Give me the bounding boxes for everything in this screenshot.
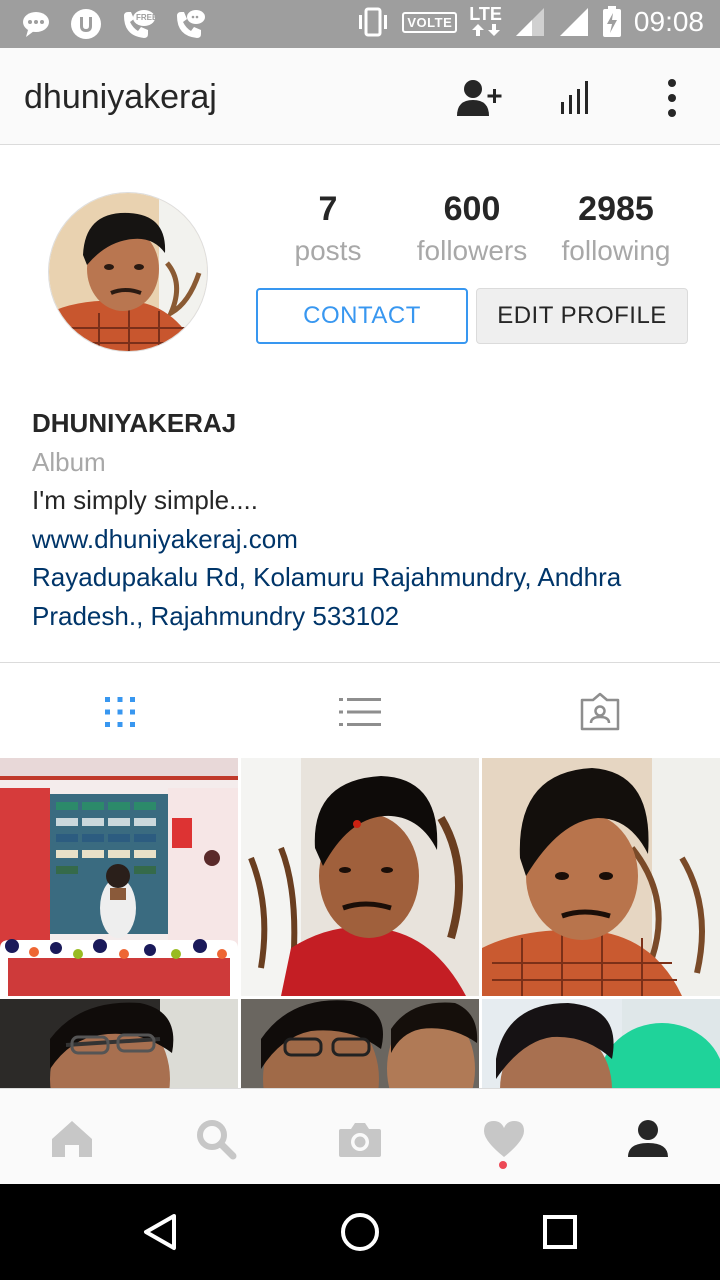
nav-activity[interactable]	[480, 1115, 528, 1163]
insights-button[interactable]	[550, 72, 602, 124]
username-title: dhuniyakeraj	[24, 78, 217, 116]
home-button[interactable]	[338, 1210, 382, 1254]
instagram-profile-screen: FREE VOLTE LTE 09:08 dhuniyakeraj 7 post…	[0, 0, 720, 1280]
photo-thumbnail	[0, 758, 238, 996]
lte-label: LTE	[469, 4, 502, 24]
system-navigation-bar	[0, 1184, 720, 1280]
category-label: Album	[32, 446, 106, 477]
display-name: DHUNIYAKERAJ	[32, 408, 237, 438]
home-icon	[52, 1121, 92, 1157]
recents-icon	[543, 1215, 577, 1249]
free-call-icon: FREE	[120, 8, 158, 40]
recents-button[interactable]	[538, 1210, 582, 1254]
address-line-2[interactable]: Pradesh., Rajahmundry 533102	[32, 597, 692, 636]
signal-icon	[515, 8, 544, 36]
nav-search[interactable]	[192, 1115, 240, 1163]
following-count: 2985	[578, 190, 654, 228]
data-arrows-icon	[471, 24, 500, 36]
list-view-icon	[339, 698, 381, 726]
grid-photo[interactable]	[0, 758, 238, 996]
avatar[interactable]	[48, 192, 208, 352]
posts-stat[interactable]: 7 posts	[258, 190, 398, 267]
tab-list[interactable]	[338, 690, 382, 734]
nav-home[interactable]	[48, 1115, 96, 1163]
system-status: VOLTE LTE 09:08	[356, 4, 704, 38]
following-label: following	[561, 235, 671, 266]
profile-icon	[628, 1120, 668, 1157]
bio-text: I'm simply simple....	[32, 485, 258, 515]
add-user-icon	[457, 80, 502, 116]
camera-icon	[339, 1123, 381, 1157]
more-options-icon	[668, 79, 676, 117]
followers-label: followers	[416, 235, 528, 266]
clock: 09:08	[633, 6, 704, 37]
insights-icon	[561, 81, 588, 114]
grid-photo[interactable]	[482, 758, 720, 996]
grid-view-icon	[105, 697, 135, 727]
divider	[0, 662, 720, 663]
free-label: FREE	[136, 13, 158, 22]
address-line-1[interactable]: Rayadupakalu Rd, Kolamuru Rajahmundry, A…	[32, 558, 692, 597]
chat-bubble-icon	[23, 12, 49, 37]
contact-button[interactable]: CONTACT	[256, 288, 468, 344]
back-icon	[144, 1214, 176, 1250]
add-user-button[interactable]	[454, 72, 506, 124]
photo-thumbnail	[482, 758, 720, 996]
activity-heart-icon	[484, 1121, 524, 1157]
lte-indicator: LTE	[469, 4, 502, 38]
notification-icons: FREE	[20, 8, 206, 40]
phone-chat-icon	[177, 10, 205, 38]
ucweb-icon	[71, 9, 101, 39]
more-options-button[interactable]	[646, 72, 698, 124]
home-circle-icon	[341, 1213, 379, 1251]
photo-thumbnail	[241, 758, 479, 996]
profile-photo	[49, 193, 207, 351]
search-icon	[197, 1120, 237, 1160]
followers-count: 600	[443, 190, 501, 228]
tab-grid[interactable]	[98, 690, 142, 734]
signal-icon	[559, 8, 588, 36]
nav-profile[interactable]	[624, 1115, 672, 1163]
battery-charging-icon	[602, 6, 621, 37]
bottom-navigation	[0, 1088, 720, 1184]
nav-camera[interactable]	[336, 1115, 384, 1163]
posts-label: posts	[294, 235, 362, 266]
followers-stat[interactable]: 600 followers	[402, 190, 542, 267]
tagged-photos-icon	[580, 692, 620, 731]
website-link[interactable]: www.dhuniyakeraj.com	[32, 520, 692, 559]
edit-profile-button[interactable]: EDIT PROFILE	[476, 288, 688, 344]
notification-dot	[499, 1161, 507, 1169]
grid-photo[interactable]	[241, 758, 479, 996]
status-bar: FREE VOLTE LTE 09:08	[0, 0, 720, 48]
back-button[interactable]	[138, 1210, 182, 1254]
profile-bio: DHUNIYAKERAJ Album I'm simply simple....…	[32, 404, 692, 635]
profile-header-bar: dhuniyakeraj	[0, 48, 720, 145]
vibrate-icon	[359, 7, 388, 37]
tab-tagged[interactable]	[578, 690, 622, 734]
following-stat[interactable]: 2985 following	[546, 190, 686, 267]
posts-count: 7	[318, 190, 338, 228]
volte-badge: VOLTE	[402, 11, 458, 33]
